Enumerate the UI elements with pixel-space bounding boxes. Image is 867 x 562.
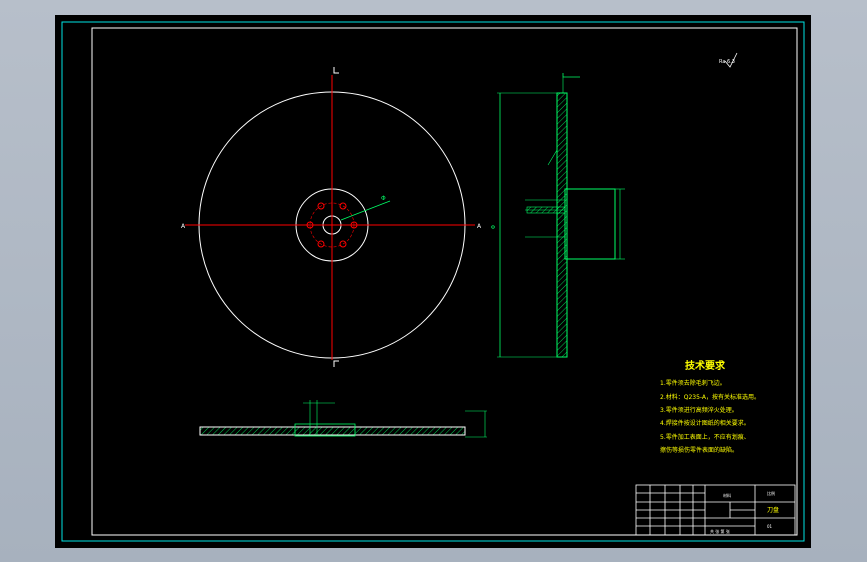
diameter-label: Φ <box>381 195 386 202</box>
cad-drawing: Φ A A Φ Ra 6.3 技术要求 1.零件须去除毛刺飞边。 2.材料：Q2… <box>61 21 805 542</box>
side-view: Φ <box>491 73 625 358</box>
front-view: Φ A A <box>181 67 482 367</box>
tech-requirements: 技术要求 1.零件须去除毛刺飞边。 2.材料：Q235-A，按有关标准选用。 3… <box>660 359 760 454</box>
tech-req-item: 1.零件须去除毛刺飞边。 <box>660 379 726 387</box>
title-block-material: 材料 <box>723 492 731 498</box>
surface-roughness-mark: Ra 6.3 <box>719 52 738 68</box>
strip-outline <box>199 426 466 436</box>
title-block-scale: 比例 <box>767 490 775 496</box>
outer-frame <box>61 21 805 542</box>
cad-viewport[interactable]: Φ A A Φ Ra 6.3 技术要求 1.零件须去除毛刺飞边。 2.材料：Q2… <box>55 15 811 548</box>
tech-req-item: 擦伤等损伤零件表面的缺陷。 <box>660 446 738 454</box>
title-block-drawing-no: 01 <box>767 524 773 529</box>
tech-requirements-title: 技术要求 <box>685 359 726 372</box>
section-mark-top <box>333 67 339 74</box>
title-block-name: 刀盘 <box>767 506 779 514</box>
tech-req-item: 4.焊接件按设计图纸的相关要求。 <box>660 419 750 427</box>
tech-req-item: 3.零件须进行高频淬火处理。 <box>660 406 738 414</box>
tech-req-item: 2.材料：Q235-A，按有关标准选用。 <box>660 393 760 401</box>
tech-req-item: 5.零件加工表面上，不应有划痕、 <box>660 433 750 441</box>
marker-a-left: A <box>181 223 186 230</box>
svg-text:Φ: Φ <box>491 225 497 229</box>
svg-text:Ra 6.3: Ra 6.3 <box>719 59 735 65</box>
marker-a-right: A <box>477 223 482 230</box>
top-view <box>199 400 487 438</box>
title-block-sheet: 共 张 第 张 <box>710 528 730 534</box>
section-mark-bottom <box>333 360 339 367</box>
inner-frame <box>91 27 798 536</box>
hub-section <box>564 188 616 260</box>
